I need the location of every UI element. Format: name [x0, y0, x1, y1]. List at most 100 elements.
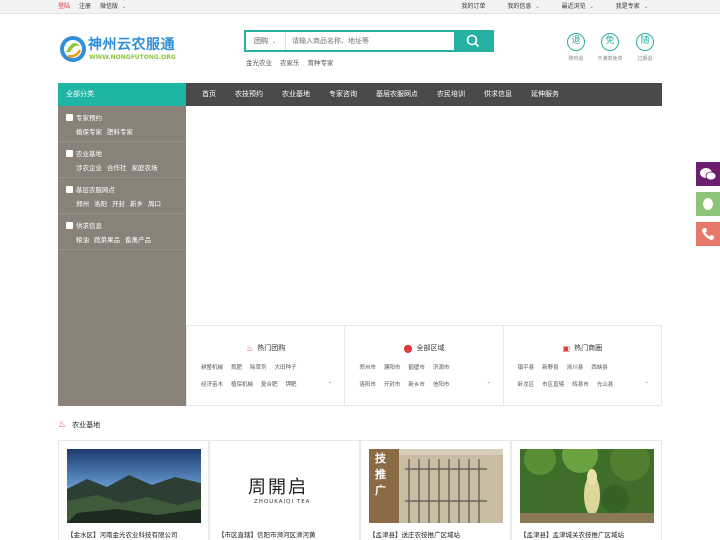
station-sign-text: 技推广 — [375, 452, 386, 497]
login-link[interactable]: 登陆 — [58, 0, 70, 14]
recent-viewed-link[interactable]: 最近浏览 ⌄ — [562, 0, 594, 14]
card-caption[interactable]: 【孟津县】孟津城关农技推广区域站 — [520, 529, 656, 539]
sidebar-link[interactable]: 家庭农场 — [132, 162, 158, 172]
sidebar-link[interactable]: 郑州 — [76, 198, 89, 208]
chevron-down-icon: ⌄ — [589, 4, 594, 10]
panel-link[interactable]: 开封市 — [384, 380, 401, 388]
sidebar-link[interactable]: 畜禽产品 — [125, 234, 151, 244]
panel-link[interactable]: 辉县市 — [572, 380, 589, 388]
service-label: 随时退 — [568, 56, 584, 62]
panel-link[interactable]: 光山县 — [597, 380, 614, 388]
panel-link[interactable]: 淅川县 — [567, 363, 584, 371]
panel-link[interactable]: 氮肥 — [231, 363, 242, 371]
service-expired-refund[interactable]: 随 过期退 — [630, 33, 660, 62]
base-card[interactable]: 【金水区】河南金光农业科技有限公司 — [58, 440, 209, 540]
sidebar-link[interactable]: 肥料专家 — [107, 126, 133, 136]
panel-link[interactable]: 西峡县 — [591, 363, 608, 371]
card-caption[interactable]: 【市区直辖】信阳市浉河区浉河黄 — [218, 529, 354, 539]
nav-item-agri-base[interactable]: 农业基地 — [282, 83, 310, 106]
sidebar-group-title[interactable]: 供求信息 — [76, 220, 102, 230]
sidebar-link[interactable]: 蔬菜果品 — [94, 234, 120, 244]
card-caption[interactable]: 【金水区】河南金光农业科技有限公司 — [67, 529, 203, 539]
brand-logo-text: 周開启 — [248, 477, 308, 498]
search-input[interactable] — [288, 32, 453, 50]
panel-link[interactable]: 钾肥 — [286, 380, 297, 388]
mobile-version-link[interactable]: 微信版 ⌄ — [100, 0, 126, 14]
panel-link[interactable]: 耕整机械 — [201, 363, 223, 371]
panel-link[interactable]: 济源市 — [433, 363, 450, 371]
card-image-landscape — [67, 449, 201, 523]
search-button[interactable] — [454, 32, 492, 50]
site-logo[interactable]: 神州云农服通 WWW.NONGFUTONG.ORG — [58, 34, 182, 66]
expert-label: 我是专家 — [615, 3, 640, 10]
nav-item-service-points[interactable]: 基层农服网点 — [376, 83, 418, 106]
expert-link[interactable]: 我是专家 ⌄ — [616, 0, 648, 14]
card-image-station: 技推广 — [369, 449, 503, 523]
sidebar-link[interactable]: 开封 — [112, 198, 125, 208]
sidebar-link[interactable]: 植保专家 — [76, 126, 102, 136]
hot-keyword[interactable]: 育种专家 — [308, 57, 334, 67]
hot-keywords: 金光农业 农家乐 育种专家 — [246, 57, 334, 67]
section-title-text: 农业基地 — [72, 421, 101, 429]
sidebar-group-supply-demand: 供求信息 粮油 蔬菜果品 畜禽产品 — [58, 214, 186, 250]
panel-link[interactable]: 除草剂 — [250, 363, 267, 371]
card-caption[interactable]: 【孟津县】送庄农技推广区域站 — [369, 529, 505, 539]
sidebar-group-title[interactable]: 基层农服网点 — [76, 184, 115, 194]
expand-chevron-icon[interactable]: ⌄ — [328, 379, 332, 385]
panel-link[interactable]: 镇平县 — [518, 363, 535, 371]
nav-item-extended-services[interactable]: 延伸服务 — [531, 83, 559, 106]
panel-link[interactable]: 复合肥 — [261, 380, 278, 388]
hot-keyword[interactable]: 金光农业 — [246, 57, 272, 67]
base-card[interactable]: 【孟津县】孟津城关农技推广区域站 — [511, 440, 662, 540]
service-refund-anytime[interactable]: 退 随时退 — [561, 33, 591, 62]
hot-keyword[interactable]: 农家乐 — [280, 57, 300, 67]
service-free-if-unsatisfied[interactable]: 免 不满意免单 — [595, 33, 625, 62]
panel-link[interactable]: 鹤壁市 — [408, 363, 425, 371]
nav-item-supply-demand[interactable]: 供求信息 — [484, 83, 512, 106]
sidebar-group-title[interactable]: 专家预约 — [76, 112, 102, 122]
sidebar-group-agri-base: 农业基地 涉农企业 合作社 家庭农场 — [58, 142, 186, 178]
qq-float-button[interactable] — [696, 192, 720, 216]
qq-icon — [703, 198, 713, 210]
panel-hot-districts: ▣ 热门商圈 镇平县 新野县 淅川县 西峡县 卧龙区 市区直辖 辉县市 光山县 ⌄ — [504, 326, 661, 405]
nav-item-farmer-training[interactable]: 农民培训 — [437, 83, 465, 106]
main-banner[interactable] — [186, 106, 662, 325]
nav-item-home[interactable]: 首页 — [202, 83, 216, 106]
nav-item-tech-appointment[interactable]: 农技预约 — [235, 83, 263, 106]
my-info-link[interactable]: 我的信息 ⌄ — [507, 0, 539, 14]
panel-link[interactable]: 经济苗木 — [201, 380, 223, 388]
base-card[interactable]: 技推广 【孟津县】送庄农技推广区域站 — [360, 440, 511, 540]
panel-link[interactable]: 信阳市 — [433, 380, 450, 388]
sidebar-group-title[interactable]: 农业基地 — [76, 148, 102, 158]
expand-chevron-icon[interactable]: ⌄ — [486, 379, 490, 385]
phone-float-button[interactable] — [696, 222, 720, 246]
panel-link[interactable]: 大田种子 — [275, 363, 297, 371]
sidebar-link[interactable]: 新乡 — [130, 198, 143, 208]
panel-link[interactable]: 濮阳市 — [384, 363, 401, 371]
search-type-select[interactable]: 团购 ⌄ — [246, 32, 286, 50]
panel-link[interactable]: 洛阳市 — [359, 380, 376, 388]
panel-link[interactable]: 植保机械 — [231, 380, 253, 388]
sidebar-link[interactable]: 洛阳 — [94, 198, 107, 208]
chevron-down-icon: ⌄ — [535, 4, 540, 10]
sidebar-link[interactable]: 合作社 — [107, 162, 127, 172]
panel-link[interactable]: 郑州市 — [359, 363, 376, 371]
wechat-float-button[interactable] — [696, 162, 720, 186]
panel-link[interactable]: 新乡市 — [408, 380, 425, 388]
base-icon — [66, 149, 73, 157]
nav-item-expert-consult[interactable]: 专家咨询 — [329, 83, 357, 106]
sidebar-link[interactable]: 涉农企业 — [76, 162, 102, 172]
panel-link[interactable]: 卧龙区 — [518, 380, 535, 388]
panel-link[interactable]: 市区直辖 — [542, 380, 564, 388]
shop-icon: ▣ — [562, 343, 571, 353]
sidebar-link[interactable]: 粮油 — [76, 234, 89, 244]
location-pin-icon: ⬤ — [403, 343, 413, 353]
service-label: 不满意免单 — [597, 56, 623, 62]
expand-chevron-icon[interactable]: ⌄ — [645, 379, 649, 385]
register-link[interactable]: 注册 — [79, 0, 91, 14]
base-card[interactable]: 周開启 ZHOUKAIQI TEA 【市区直辖】信阳市浉河区浉河黄 — [209, 440, 360, 540]
my-orders-link[interactable]: 我的订单 — [461, 0, 485, 14]
sidebar-link[interactable]: 周口 — [148, 198, 161, 208]
panel-link[interactable]: 新野县 — [542, 363, 559, 371]
all-categories-header[interactable]: 全部分类 — [58, 83, 186, 106]
